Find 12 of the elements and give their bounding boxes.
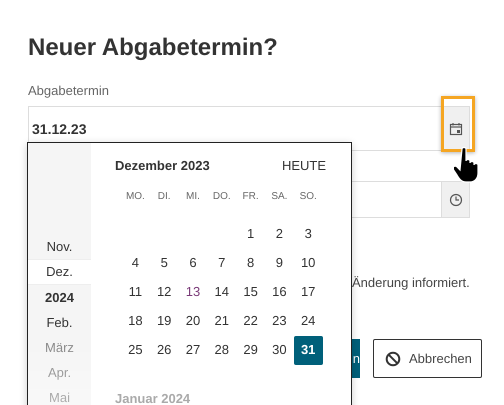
next-month-title: Januar 2024 <box>115 391 192 405</box>
weekday-label: FR. <box>242 191 260 204</box>
weekday-label: MO. <box>124 191 146 204</box>
weekday-label: DO. <box>212 191 232 204</box>
weekday-label: SO. <box>298 191 318 204</box>
dialog-title: Neuer Abgabetermin? <box>28 33 279 63</box>
weekday-label: DI. <box>156 191 172 204</box>
field-label: Abgabetermin <box>28 83 110 99</box>
info-text: Änderung informiert. <box>352 275 470 290</box>
weekday-label: SA. <box>270 191 288 204</box>
weekday-label: MI. <box>185 191 201 204</box>
month-title: Dezember 2023 <box>115 158 210 172</box>
